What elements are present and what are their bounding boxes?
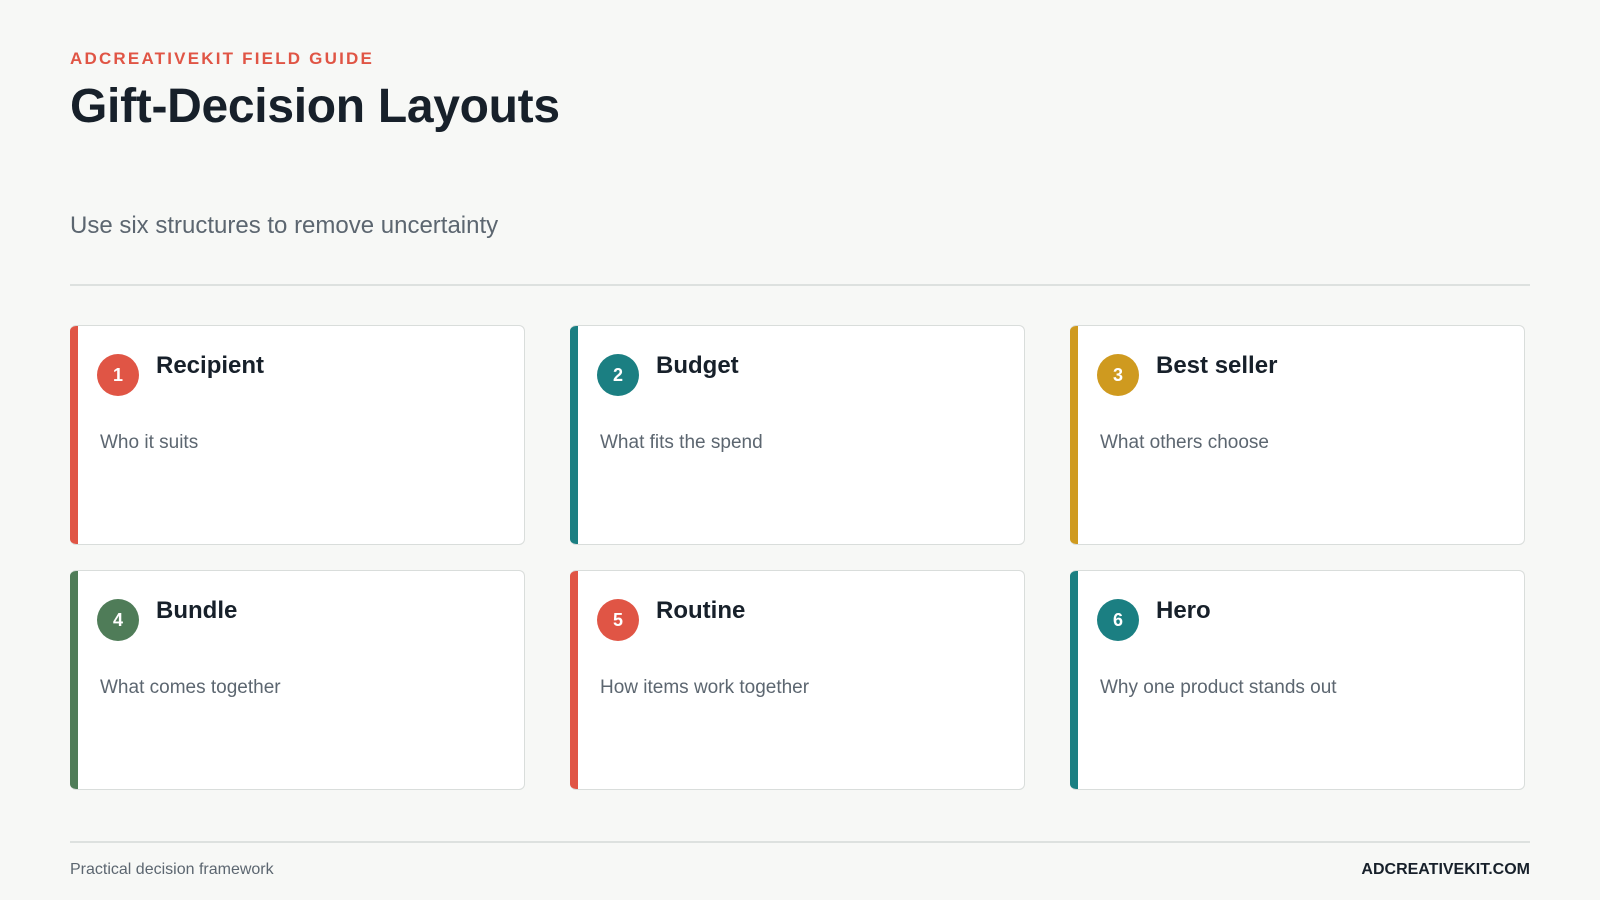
card-accent-bar: [1070, 326, 1078, 544]
card-number-badge: 5: [597, 599, 639, 641]
card-budget: 2 Budget What fits the spend: [570, 325, 1025, 545]
card-description: How items work together: [600, 677, 810, 698]
card-description: What fits the spend: [600, 432, 763, 453]
eyebrow-label: ADCREATIVEKIT FIELD GUIDE: [70, 49, 375, 68]
card-number-badge: 4: [97, 599, 139, 641]
card-description: Why one product stands out: [1100, 677, 1337, 698]
card-number-badge: 2: [597, 354, 639, 396]
card-accent-bar: [570, 326, 578, 544]
card-description: Who it suits: [100, 432, 199, 453]
footer-website-link[interactable]: ADCREATIVEKIT.COM: [1361, 860, 1530, 880]
card-description: What comes together: [100, 677, 281, 698]
card-title: Best seller: [1156, 352, 1278, 379]
card-accent-bar: [1070, 571, 1078, 789]
card-best-seller: 3 Best seller What others choose: [1070, 325, 1525, 545]
card-description: What others choose: [1100, 432, 1269, 453]
header-divider: [70, 284, 1530, 286]
card-bundle: 4 Bundle What comes together: [70, 570, 525, 790]
card-number-badge: 6: [1097, 599, 1139, 641]
page-title: Gift-Decision Layouts: [70, 80, 560, 133]
card-title: Hero: [1156, 597, 1211, 624]
card-routine: 5 Routine How items work together: [570, 570, 1025, 790]
card-accent-bar: [70, 571, 78, 789]
card-number-badge: 1: [97, 354, 139, 396]
card-title: Budget: [656, 352, 739, 379]
card-number-badge: 3: [1097, 354, 1139, 396]
card-accent-bar: [70, 326, 78, 544]
footer-tagline: Practical decision framework: [70, 861, 274, 878]
card-hero: 6 Hero Why one product stands out: [1070, 570, 1525, 790]
card-title: Bundle: [156, 597, 238, 624]
page-subtitle: Use six structures to remove uncertainty: [70, 212, 499, 239]
card-accent-bar: [570, 571, 578, 789]
card-title: Recipient: [156, 352, 265, 379]
footer-divider: [70, 841, 1530, 843]
card-title: Routine: [656, 597, 746, 624]
card-recipient: 1 Recipient Who it suits: [70, 325, 525, 545]
